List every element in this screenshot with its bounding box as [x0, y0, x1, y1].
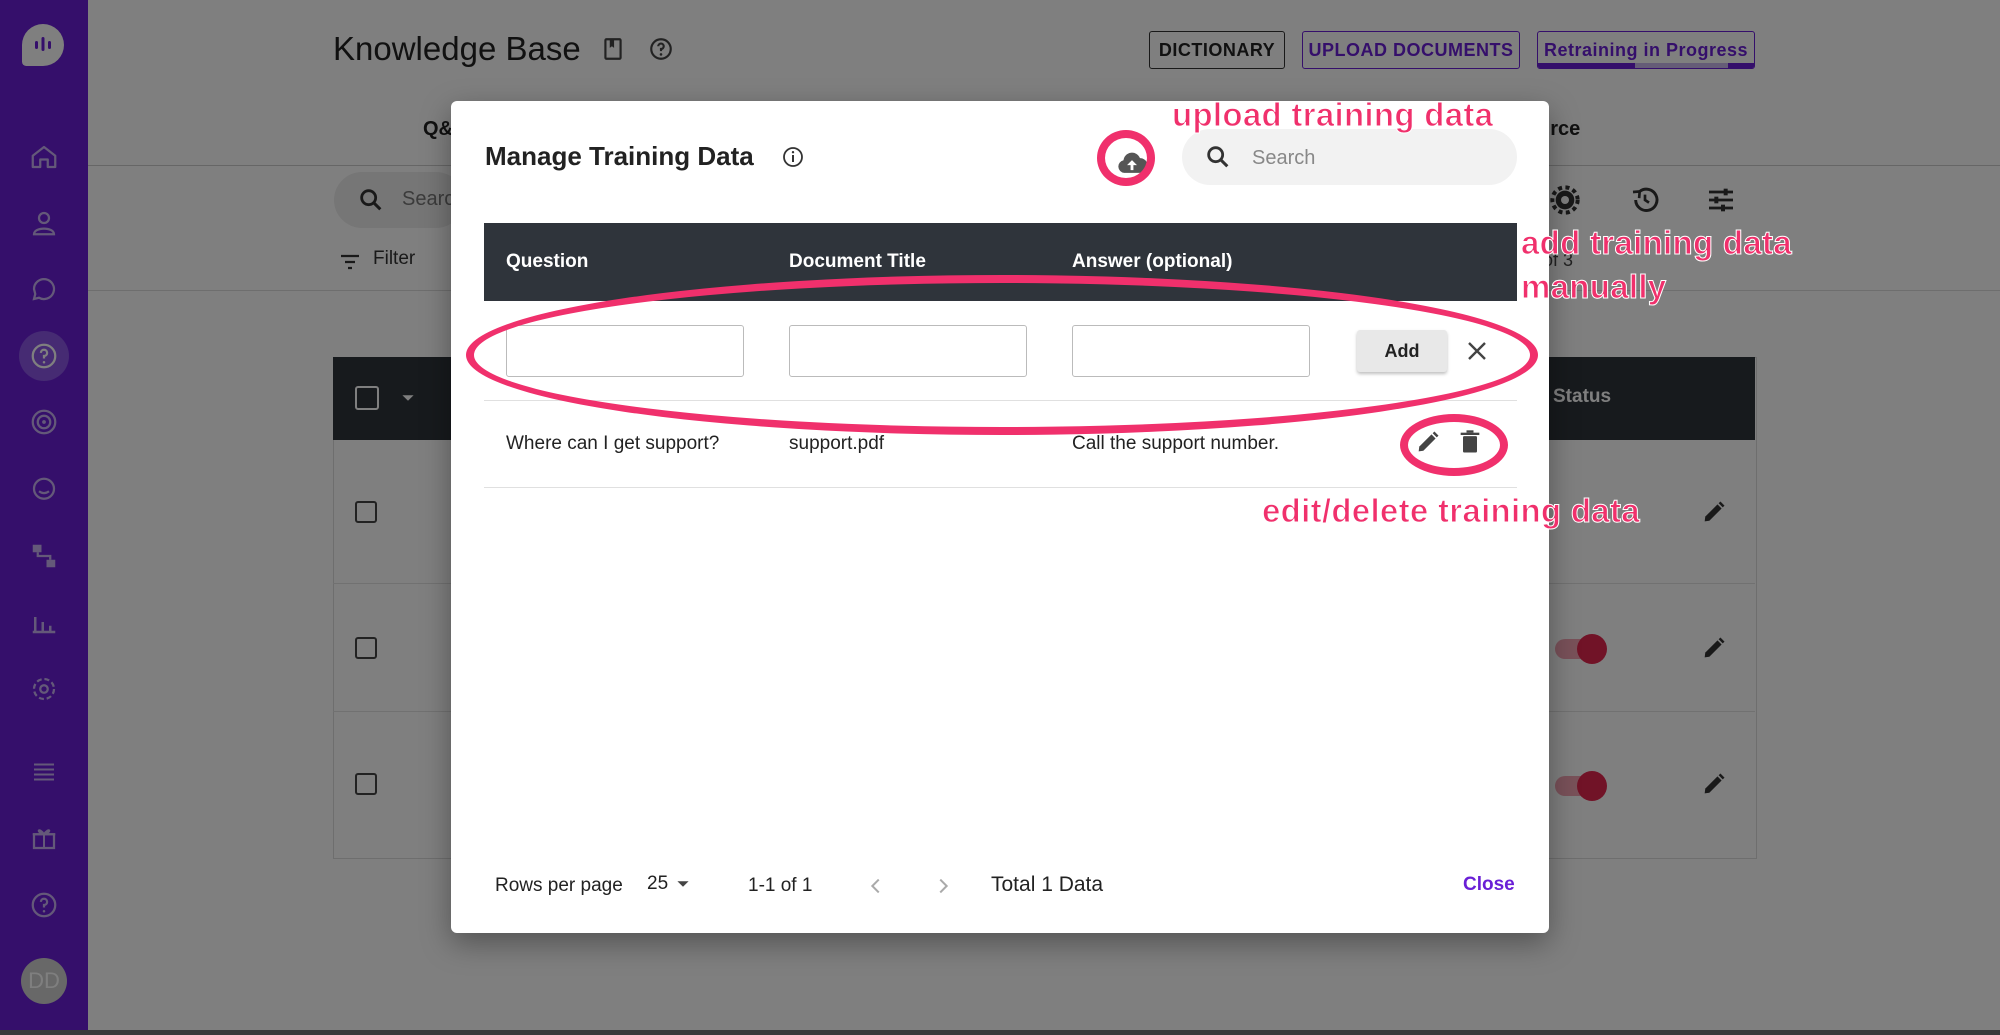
search-icon [1207, 146, 1229, 168]
pagination-range: 1-1 of 1 [748, 875, 813, 896]
row-document-title: support.pdf [789, 433, 885, 454]
column-document-title: Document Title [789, 251, 926, 272]
annotation-upload: upload training data [1171, 96, 1494, 134]
column-question: Question [506, 251, 589, 272]
chevron-left-icon [870, 878, 880, 894]
app-window: DD Knowledge Base DICTIONARY UPLOAD DOCU… [0, 0, 2000, 1030]
dialog-search-box[interactable] [1182, 129, 1517, 185]
annotation-edit-delete: edit/delete training data [1262, 492, 1641, 530]
annotation-manual-line2: manually [1520, 268, 1667, 306]
total-count: Total 1 Data [991, 873, 1104, 896]
column-answer: Answer (optional) [1072, 251, 1233, 272]
caret-down-icon [677, 881, 689, 887]
row-answer: Call the support number. [1072, 433, 1280, 454]
row-question: Where can I get support? [506, 433, 720, 454]
chevron-right-icon [939, 878, 949, 894]
window-bottom-edge [0, 1030, 2000, 1035]
rows-per-page-value: 25 [647, 873, 669, 894]
annotation-ring-edit-delete [1400, 414, 1508, 476]
info-icon[interactable] [781, 145, 805, 169]
annotation-ring-upload [1097, 130, 1155, 186]
previous-page-button[interactable] [861, 871, 891, 901]
rows-per-page-select[interactable]: 25 [647, 873, 690, 895]
annotation-ring-add-row [466, 275, 1538, 435]
close-button[interactable]: Close [1463, 874, 1515, 896]
dialog-title: Manage Training Data [485, 141, 754, 171]
dialog-search-input[interactable] [1250, 139, 1504, 177]
rows-per-page-label: Rows per page [495, 875, 623, 896]
row-divider [484, 487, 1517, 488]
next-page-button[interactable] [928, 871, 958, 901]
annotation-manual-line1: add training data [1521, 224, 1793, 262]
